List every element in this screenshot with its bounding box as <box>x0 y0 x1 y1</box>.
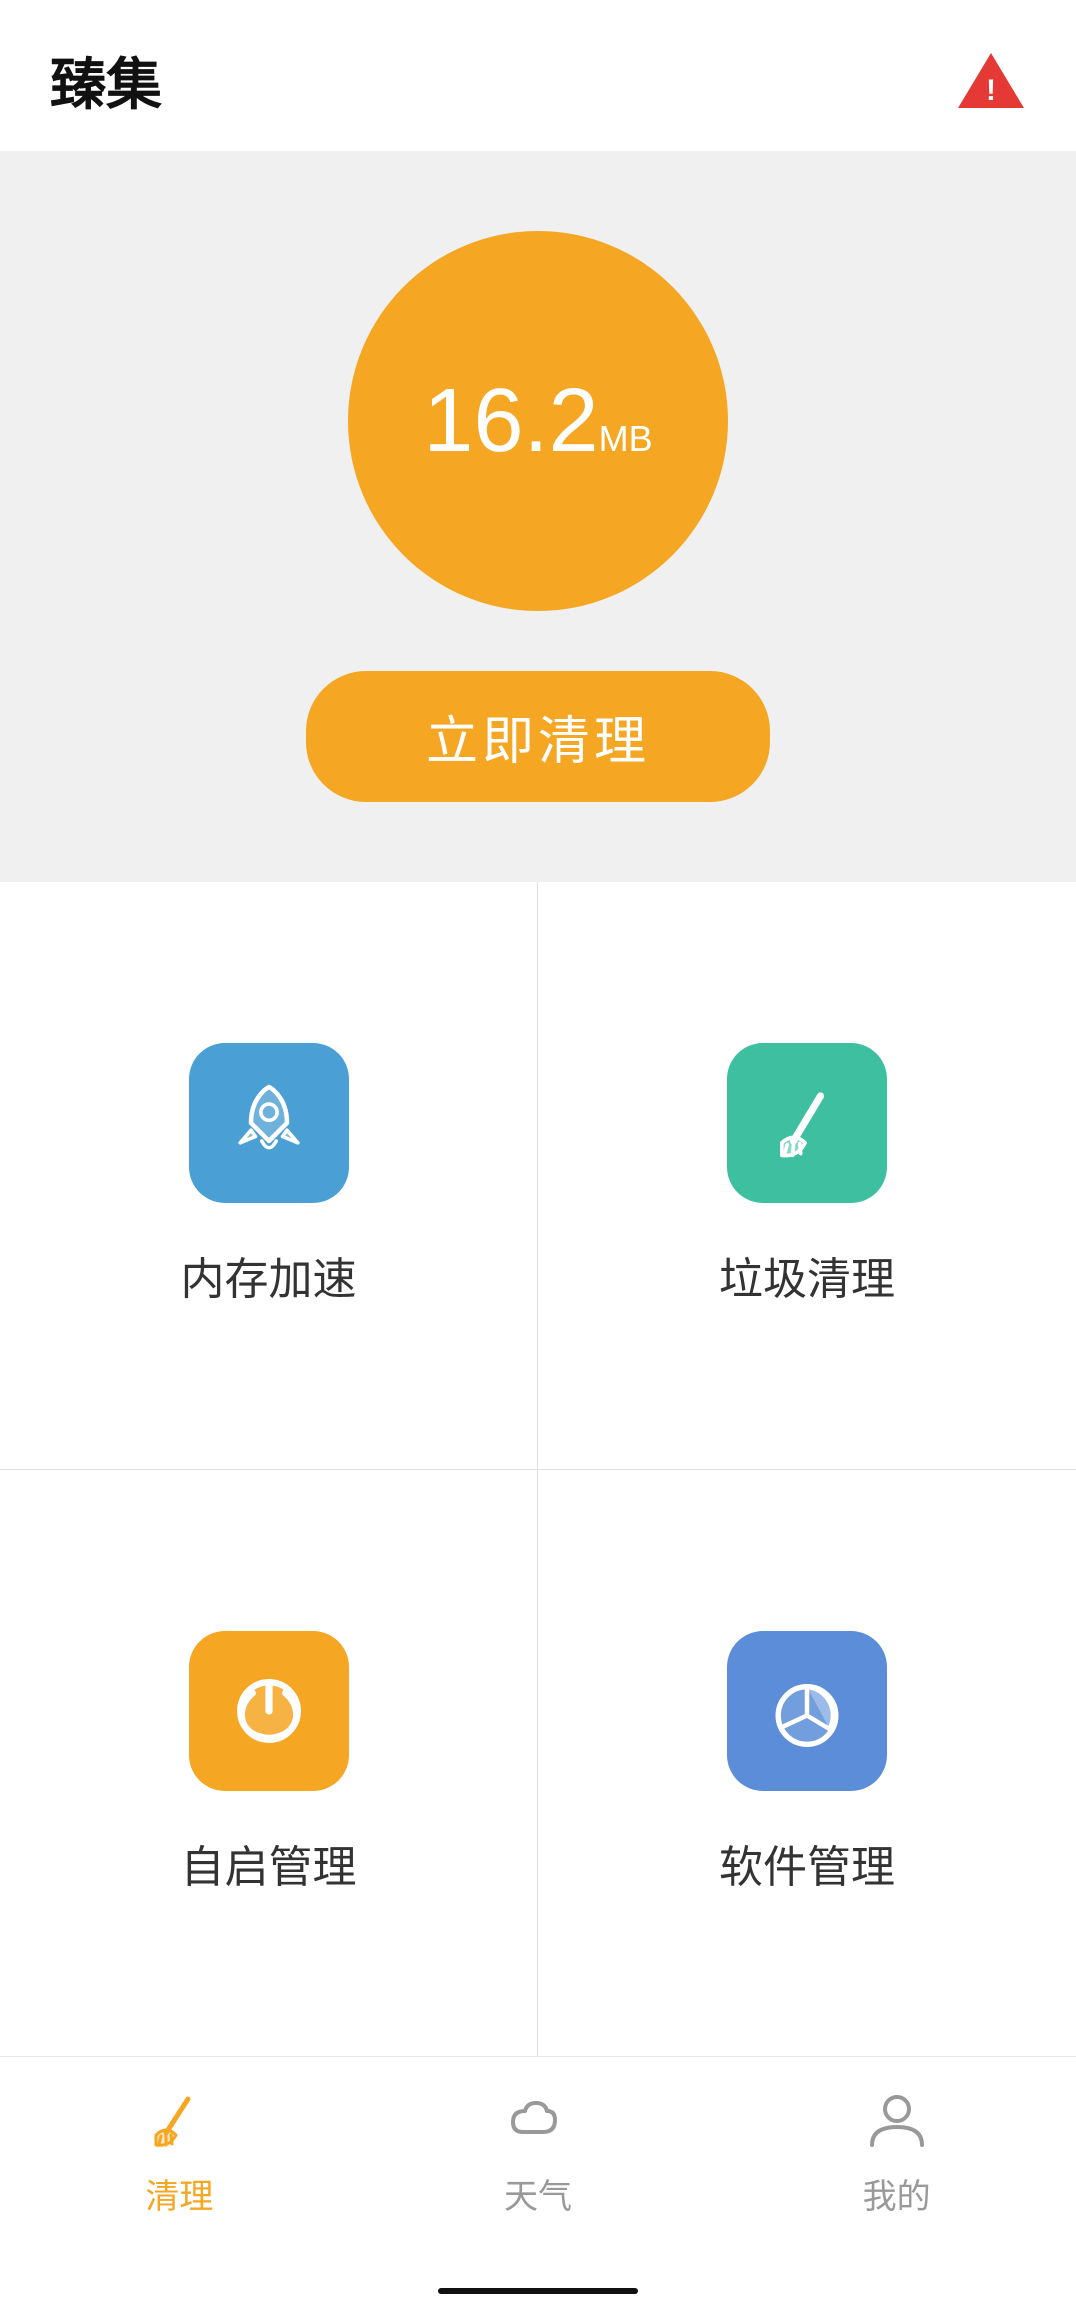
home-indicator-area <box>0 2268 1076 2314</box>
auto-start-label: 自启管理 <box>181 1831 357 1895</box>
app-header: 臻集 ! <box>0 0 1076 151</box>
feature-grid: 内存加速 垃圾清理 <box>0 882 1076 2056</box>
trash-clean-icon-box <box>727 1043 887 1203</box>
storage-value: 16.2 <box>423 376 598 466</box>
warning-triangle-icon: ! <box>956 48 1026 113</box>
trash-clean-label: 垃圾清理 <box>719 1243 895 1307</box>
storage-circle: 16.2 MB <box>348 231 728 611</box>
grid-item-trash-clean[interactable]: 垃圾清理 <box>538 882 1076 1470</box>
broom-icon <box>762 1078 852 1168</box>
person-icon <box>862 2087 932 2157</box>
memory-speed-icon-box <box>189 1043 349 1203</box>
nav-item-mine[interactable]: 我的 <box>717 2087 1076 2218</box>
memory-speed-label: 内存加速 <box>181 1243 357 1307</box>
power-icon <box>224 1666 314 1756</box>
grid-item-auto-start[interactable]: 自启管理 <box>0 1470 538 2057</box>
clean-button[interactable]: 立即清理 <box>306 671 770 802</box>
broom-nav-active-icon <box>144 2087 214 2157</box>
nav-weather-label: 天气 <box>504 2169 572 2218</box>
nav-item-clean[interactable]: 清理 <box>0 2087 359 2218</box>
app-manage-icon-box <box>727 1631 887 1791</box>
grid-item-app-manage[interactable]: 软件管理 <box>538 1470 1076 2057</box>
app-title: 臻集 <box>50 40 162 121</box>
hero-section: 16.2 MB 立即清理 <box>0 151 1076 882</box>
nav-item-weather[interactable]: 天气 <box>359 2087 718 2218</box>
nav-clean-label: 清理 <box>145 2169 213 2218</box>
auto-start-icon-box <box>189 1631 349 1791</box>
grid-item-memory-speed[interactable]: 内存加速 <box>0 882 538 1470</box>
chart-pie-icon <box>762 1666 852 1756</box>
app-manage-label: 软件管理 <box>719 1831 895 1895</box>
cloud-icon <box>503 2087 573 2157</box>
rocket-icon <box>224 1078 314 1168</box>
svg-text:!: ! <box>986 74 996 107</box>
bottom-nav: 清理 天气 我的 <box>0 2056 1076 2268</box>
warning-icon[interactable]: ! <box>956 46 1026 116</box>
nav-mine-label: 我的 <box>863 2169 931 2218</box>
home-indicator <box>438 2288 638 2294</box>
storage-display: 16.2 MB <box>423 376 652 466</box>
storage-unit: MB <box>599 418 653 460</box>
